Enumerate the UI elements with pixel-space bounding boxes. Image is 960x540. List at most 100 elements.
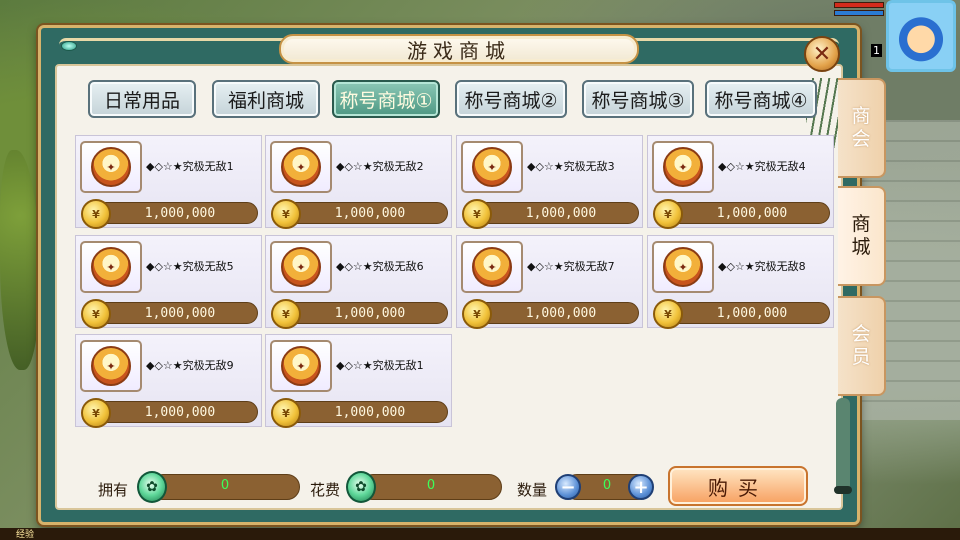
item-name: ◆◇☆★究极无敌7 bbox=[527, 260, 615, 273]
side-tab-label-bottom: 城 bbox=[851, 236, 871, 258]
gold-coin-icon: ¥ bbox=[271, 199, 301, 229]
item-name: ◆◇☆★究极无敌5 bbox=[146, 260, 234, 273]
side-tab-member[interactable]: 会 员 bbox=[838, 296, 886, 396]
gold-coin-icon: ¥ bbox=[271, 398, 301, 428]
tab-title-shop-4[interactable]: 称号商城④ bbox=[705, 80, 817, 118]
owned-label: 拥有 bbox=[98, 481, 129, 499]
side-tab-guild[interactable]: 商 会 bbox=[838, 78, 886, 178]
price-bar: ¥1,000,000 bbox=[653, 299, 830, 329]
player-status-bars bbox=[834, 2, 884, 18]
decrease-quantity-button[interactable]: − bbox=[555, 474, 581, 500]
price-bar: ¥1,000,000 bbox=[462, 199, 639, 229]
item-icon-frame: ✦ bbox=[652, 241, 714, 293]
title-scroll-icon: ✦ bbox=[91, 147, 131, 187]
quantity-label: 数量 bbox=[517, 481, 548, 499]
buy-button[interactable]: 购买 bbox=[668, 466, 808, 506]
item-icon-frame: ✦ bbox=[652, 141, 714, 193]
owned-amount-bar: 0 bbox=[150, 474, 300, 500]
shop-item-card[interactable]: ✦ ◆◇☆★究极无敌2 ¥1,000,000 bbox=[265, 135, 452, 229]
title-scroll-icon: ✦ bbox=[281, 247, 321, 287]
shop-item-card[interactable]: ✦ ◆◇☆★究极无敌5 ¥1,000,000 bbox=[75, 235, 262, 329]
shop-item-card[interactable]: ✦ ◆◇☆★究极无敌4 ¥1,000,000 bbox=[647, 135, 834, 229]
side-tab-label-bottom: 会 bbox=[851, 128, 871, 150]
gold-coin-icon: ¥ bbox=[653, 299, 683, 329]
plus-icon: + bbox=[633, 476, 649, 498]
hp-bar bbox=[834, 2, 884, 8]
side-tab-shop[interactable]: 商 城 bbox=[838, 186, 886, 286]
tab-title-shop-2[interactable]: 称号商城② bbox=[455, 80, 567, 118]
title-scroll-icon: ✦ bbox=[472, 147, 512, 187]
item-icon-frame: ✦ bbox=[270, 141, 332, 193]
item-price: 1,000,000 bbox=[334, 405, 406, 420]
item-icon-frame: ✦ bbox=[270, 340, 332, 392]
window-title: 游戏商城 bbox=[279, 34, 639, 64]
item-icon-frame: ✦ bbox=[80, 340, 142, 392]
item-price: 1,000,000 bbox=[525, 306, 597, 321]
scrollbar[interactable] bbox=[834, 398, 852, 494]
minus-icon: − bbox=[560, 476, 576, 498]
gold-coin-icon: ¥ bbox=[81, 299, 111, 329]
item-price: 1,000,000 bbox=[334, 306, 406, 321]
title-scroll-icon: ✦ bbox=[281, 147, 321, 187]
tab-label: 称号商城④ bbox=[714, 89, 808, 112]
shop-item-card[interactable]: ✦ ◆◇☆★究极无敌3 ¥1,000,000 bbox=[456, 135, 643, 229]
experience-label: 经验 bbox=[16, 530, 35, 540]
shop-item-card[interactable]: ✦ ◆◇☆★究极无敌7 ¥1,000,000 bbox=[456, 235, 643, 329]
jade-currency-icon: ✿ bbox=[346, 471, 376, 503]
gold-coin-icon: ¥ bbox=[271, 299, 301, 329]
item-price: 1,000,000 bbox=[334, 206, 406, 221]
item-icon-frame: ✦ bbox=[461, 241, 523, 293]
item-price: 1,000,000 bbox=[144, 405, 216, 420]
tab-title-shop-3[interactable]: 称号商城③ bbox=[582, 80, 694, 118]
cost-amount-bar: 0 bbox=[360, 474, 502, 500]
price-bar: ¥1,000,000 bbox=[81, 398, 258, 428]
experience-bar bbox=[0, 528, 960, 540]
close-button[interactable]: ✕ bbox=[804, 36, 840, 72]
price-bar: ¥1,000,000 bbox=[81, 199, 258, 229]
title-scroll-icon: ✦ bbox=[663, 147, 703, 187]
jade-currency-icon: ✿ bbox=[137, 471, 167, 503]
shop-item-card[interactable]: ✦ ◆◇☆★究极无敌1 ¥1,000,000 bbox=[75, 135, 262, 229]
price-bar: ¥1,000,000 bbox=[81, 299, 258, 329]
tab-title-shop-1[interactable]: 称号商城① bbox=[332, 80, 440, 118]
scrollbar-thumb[interactable] bbox=[834, 486, 852, 494]
shop-item-card[interactable]: ✦ ◆◇☆★究极无敌9 ¥1,000,000 bbox=[75, 334, 262, 428]
item-price: 1,000,000 bbox=[144, 206, 216, 221]
left-gem-icon bbox=[61, 41, 77, 51]
player-avatar[interactable] bbox=[886, 0, 956, 72]
shop-item-card[interactable]: ✦ ◆◇☆★究极无敌6 ¥1,000,000 bbox=[265, 235, 452, 329]
tab-label: 称号商城① bbox=[339, 89, 433, 112]
mp-bar bbox=[834, 10, 884, 16]
tab-label: 福利商城 bbox=[227, 89, 304, 112]
price-bar: ¥1,000,000 bbox=[271, 299, 448, 329]
gold-coin-icon: ¥ bbox=[462, 299, 492, 329]
item-name: ◆◇☆★究极无敌1 bbox=[146, 160, 234, 173]
side-tab-label-top: 商 bbox=[851, 213, 871, 236]
tab-daily-goods[interactable]: 日常用品 bbox=[88, 80, 196, 118]
title-scroll-icon: ✦ bbox=[472, 247, 512, 287]
price-bar: ¥1,000,000 bbox=[271, 398, 448, 428]
item-icon-frame: ✦ bbox=[461, 141, 523, 193]
item-name: ◆◇☆★究极无敌1 bbox=[336, 359, 424, 372]
side-tab-label-bottom: 员 bbox=[851, 346, 871, 368]
tab-label: 称号商城③ bbox=[591, 89, 685, 112]
shop-item-card[interactable]: ✦ ◆◇☆★究极无敌8 ¥1,000,000 bbox=[647, 235, 834, 329]
price-bar: ¥1,000,000 bbox=[462, 299, 639, 329]
title-scroll-icon: ✦ bbox=[281, 346, 321, 386]
tab-label: 称号商城② bbox=[464, 89, 558, 112]
item-name: ◆◇☆★究极无敌9 bbox=[146, 359, 234, 372]
buy-button-label: 购买 bbox=[708, 475, 768, 500]
item-icon-frame: ✦ bbox=[80, 141, 142, 193]
gold-coin-icon: ¥ bbox=[462, 199, 492, 229]
shop-item-card[interactable]: ✦ ◆◇☆★究极无敌1 ¥1,000,000 bbox=[265, 334, 452, 428]
item-name: ◆◇☆★究极无敌6 bbox=[336, 260, 424, 273]
item-price: 1,000,000 bbox=[716, 306, 788, 321]
title-scroll-icon: ✦ bbox=[91, 247, 131, 287]
increase-quantity-button[interactable]: + bbox=[628, 474, 654, 500]
tab-welfare-shop[interactable]: 福利商城 bbox=[212, 80, 320, 118]
title-scroll-icon: ✦ bbox=[663, 247, 703, 287]
price-bar: ¥1,000,000 bbox=[653, 199, 830, 229]
player-level: 1 bbox=[871, 44, 882, 57]
gold-coin-icon: ¥ bbox=[81, 398, 111, 428]
price-bar: ¥1,000,000 bbox=[271, 199, 448, 229]
